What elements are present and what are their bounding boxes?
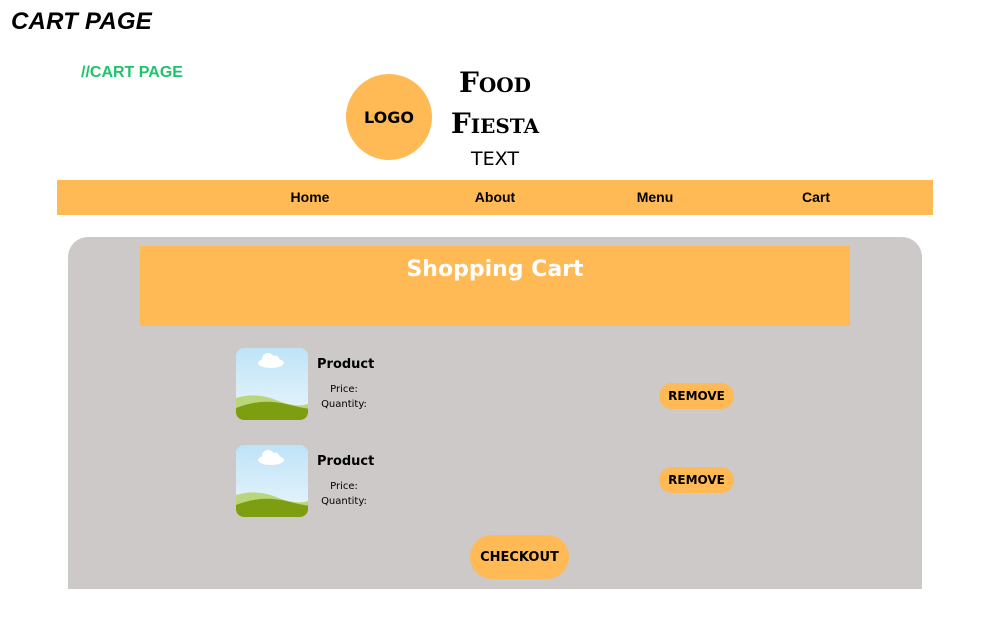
remove-button[interactable]: REMOVE xyxy=(659,383,734,409)
item-name: Product xyxy=(317,454,375,469)
item-name: Product xyxy=(317,357,375,372)
item-price-label: Price: xyxy=(330,384,358,395)
landscape-placeholder-icon xyxy=(236,348,308,420)
navbar: Home About Menu Cart xyxy=(57,180,933,215)
checkout-button[interactable]: CHECKOUT xyxy=(470,535,569,579)
logo-label: LOGO xyxy=(364,107,414,127)
brand-name: Food Fiesta xyxy=(436,62,554,144)
item-quantity-label: Quantity: xyxy=(321,496,367,507)
brand-line-1: Food xyxy=(458,66,532,99)
nav-item-about[interactable]: About xyxy=(455,180,535,215)
nav-item-menu[interactable]: Menu xyxy=(615,180,695,215)
remove-button[interactable]: REMOVE xyxy=(659,467,734,493)
item-price-label: Price: xyxy=(330,481,358,492)
cart-title: Shopping Cart xyxy=(406,257,584,282)
item-quantity-label: Quantity: xyxy=(321,399,367,410)
nav-item-home[interactable]: Home xyxy=(270,180,350,215)
logo[interactable]: LOGO xyxy=(346,74,432,160)
landscape-placeholder-icon xyxy=(236,445,308,517)
page-heading: CART PAGE xyxy=(11,8,152,35)
brand-line-2: Fiesta xyxy=(450,107,540,140)
nav-item-cart[interactable]: Cart xyxy=(776,180,856,215)
wireframe-comment: //CART PAGE xyxy=(81,64,183,81)
brand-subtext: TEXT xyxy=(471,148,519,170)
